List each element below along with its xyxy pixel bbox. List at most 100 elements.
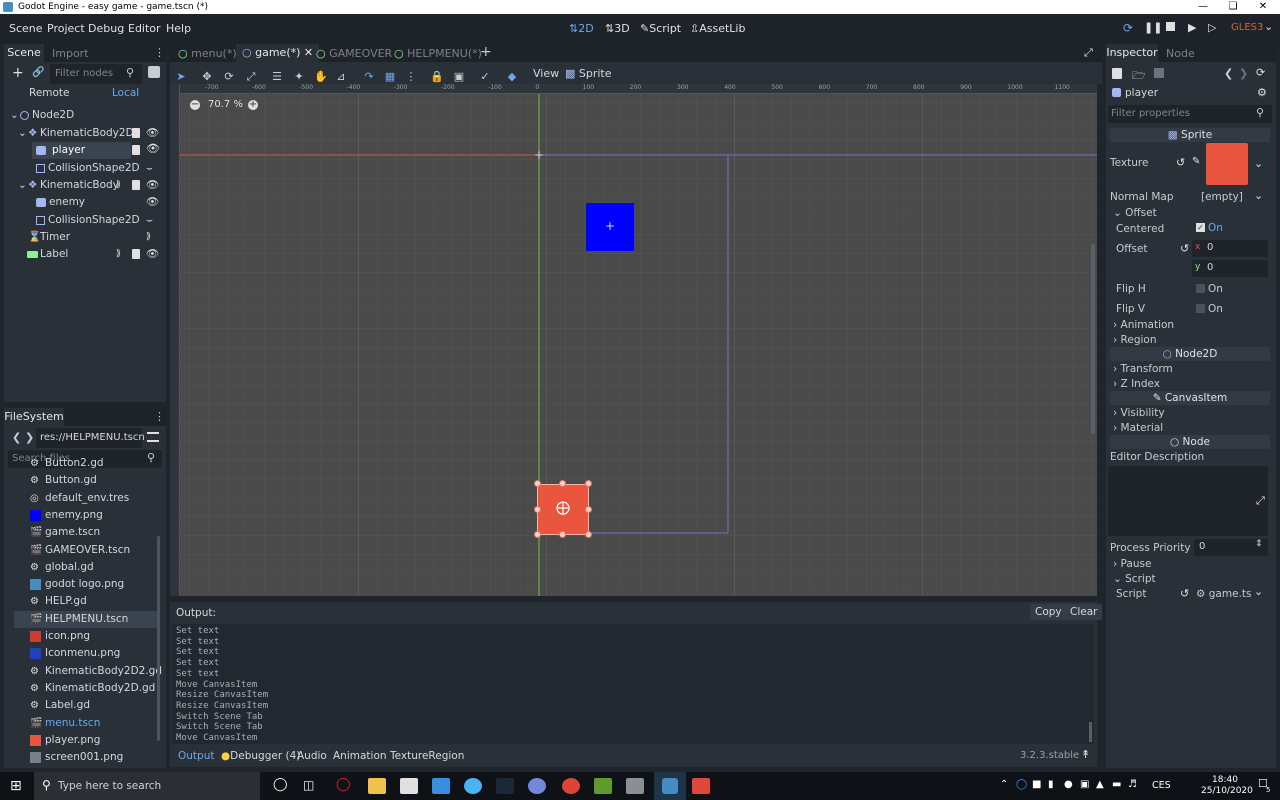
centered-checkbox[interactable]: ✓ [1196,223,1205,232]
workspace-3d-button[interactable]: ⇅3D [605,22,630,35]
script-value[interactable]: ⚙ game.ts [1196,588,1251,600]
filter-properties-field[interactable]: Filter properties ⚲ [1108,105,1272,123]
history-back-icon[interactable]: ❮ [1224,67,1233,80]
back-arrow-icon[interactable]: ❮ [12,431,21,444]
close-icon[interactable]: ✕ [304,46,313,59]
file-item[interactable]: ⚙ KinematicBody2D.gd [14,680,159,697]
zoom-in-button[interactable]: + [248,100,258,110]
steam-tray-icon[interactable]: ● [1064,779,1073,790]
viewport-vertical-scrollbar[interactable] [1091,244,1095,434]
menu-editor[interactable]: Editor [128,22,161,35]
output-scrollbar[interactable] [1089,722,1092,742]
workspace-assetlib-button[interactable]: ⇫AssetLib [690,22,745,35]
resize-handle[interactable] [559,531,566,538]
object-properties-icon[interactable]: ⚙ [1257,86,1267,99]
chevron-down-icon[interactable]: ⌄ [1254,585,1263,598]
tree-node-player[interactable]: player [32,142,131,159]
smart-snap-icon[interactable]: ↷ [362,70,376,83]
offset-x-field[interactable]: x 0 [1192,240,1268,257]
scale-mode-icon[interactable]: ⤢ [244,70,258,84]
tree-node-label[interactable]: Label ⟫ 👁 [4,246,166,263]
menu-scene[interactable]: Scene [9,22,43,35]
add-node-button[interactable]: + [12,65,24,81]
sprite-menu-button[interactable]: ▩ Sprite [565,67,612,80]
script-icon[interactable] [132,180,140,190]
file-item[interactable]: Iconmenu.png [14,645,159,662]
menu-help[interactable]: Help [166,22,191,35]
taskbar-search-box[interactable]: ⚲ Type here to search [34,772,260,800]
battery-icon[interactable]: ▮ [1048,779,1054,790]
tree-node-kinematicbody2d[interactable]: ⌄ ❖ KinematicBody2D 👁 [4,125,166,142]
browser-icon[interactable] [464,778,482,794]
discord-icon[interactable] [528,778,546,794]
expand-panel-icon[interactable]: ↟ [1081,748,1090,761]
distraction-free-icon[interactable]: ⤢ [1084,46,1093,60]
tab-inspector[interactable]: Inspector [1106,44,1158,62]
rotate-mode-icon[interactable]: ⟳ [222,70,236,83]
file-list-scrollbar[interactable] [157,536,160,741]
tab-node[interactable]: Node [1166,47,1195,60]
steam-icon[interactable] [496,778,514,794]
file-item[interactable]: screen001.png [14,749,159,766]
display-icon[interactable]: ▣ [1080,779,1089,790]
tab-textureregion[interactable]: TextureRegion [390,750,464,762]
open-folder-icon[interactable]: 🗁 [1132,67,1146,86]
enemy-sprite[interactable]: + [586,203,634,251]
group-visibility[interactable]: › Visibility [1113,407,1165,419]
resize-handle[interactable] [559,480,566,487]
clear-button[interactable]: Clear [1065,604,1103,620]
viewport-canvas[interactable]: -700 -600 -500 -400 -300 -200 -100 0 100 200 300 40… [170,84,1097,596]
list-select-icon[interactable]: ☰ [270,70,284,83]
resize-handle[interactable] [534,531,541,538]
unity-icon[interactable] [626,778,644,794]
group-icon[interactable]: ▣ [452,70,466,83]
flip-v-checkbox[interactable] [1196,304,1205,313]
visibility-eye-icon[interactable]: 👁 [146,142,160,155]
skeleton-icon[interactable]: ✓ [478,70,492,83]
file-item[interactable]: ⚙ global.gd [14,559,159,576]
group-offset[interactable]: ⌄ Offset [1113,207,1157,219]
player-sprite[interactable]: ⨁ [537,484,589,535]
visibility-eye-icon[interactable]: 👁 [146,246,159,263]
workspace-2d-button[interactable]: ⇅2D [569,22,594,35]
signal-icon[interactable]: ⟫ [116,177,121,194]
opera-icon[interactable]: ◯ [336,777,351,792]
kebab-menu-icon[interactable]: ⋮ [154,46,165,59]
file-item[interactable]: enemy.png [14,507,159,524]
add-tab-button[interactable]: + [480,44,492,60]
revert-icon[interactable]: ↺ [1180,242,1189,255]
zoom-level[interactable]: 70.7 % [208,99,243,110]
app-icon[interactable] [692,778,710,794]
normal-map-value[interactable]: [empty] [1201,191,1243,203]
tab-game[interactable]: ○ game(*) ✕ [236,44,320,62]
output-log[interactable]: Set text Set text Set text Set text Set text… [172,624,1094,744]
group-material[interactable]: › Material [1113,422,1163,434]
spin-arrows-icon[interactable]: ⇕ [1255,539,1263,549]
visibility-eye-icon[interactable]: 👁 [146,194,159,211]
file-item[interactable]: godot logo.png [14,576,159,593]
visibility-eye-closed-icon[interactable]: ⌣ [146,212,153,229]
resize-handle[interactable] [534,506,541,513]
script-icon[interactable] [132,145,140,155]
link-icon[interactable]: 🔗 [32,67,44,78]
minimize-window-button[interactable]: — [1188,0,1218,14]
signal-icon[interactable]: ⟫ [116,246,121,263]
file-item[interactable]: ⚙ Button2.gd [14,455,159,472]
tab-import[interactable]: Import [52,47,89,60]
file-item[interactable]: 🎬 HELPMENU.tscn [14,610,159,628]
network-icon[interactable]: ■ [1032,779,1041,790]
file-item[interactable]: icon.png [14,628,159,645]
group-region[interactable]: › Region [1113,334,1157,346]
pause-button[interactable]: ❚❚ [1144,21,1162,34]
file-item[interactable]: 🎬 GAMEOVER.tscn [14,542,159,559]
play-scene-button[interactable]: ▶ [1188,21,1196,34]
pivot-mode-icon[interactable]: ✦ [292,70,306,83]
tab-output[interactable]: Output [178,750,214,762]
tree-node-kinematicbody[interactable]: ⌄ ❖ KinematicBody ⟫ 👁 [4,177,166,194]
minecraft-icon[interactable] [594,778,612,794]
copy-button[interactable]: Copy [1030,604,1067,620]
grid-snap-icon[interactable]: ▦ [383,70,397,83]
stop-button[interactable] [1166,22,1175,31]
revert-icon[interactable]: ↺ [1180,587,1189,600]
group-transform[interactable]: › Transform [1113,363,1173,375]
